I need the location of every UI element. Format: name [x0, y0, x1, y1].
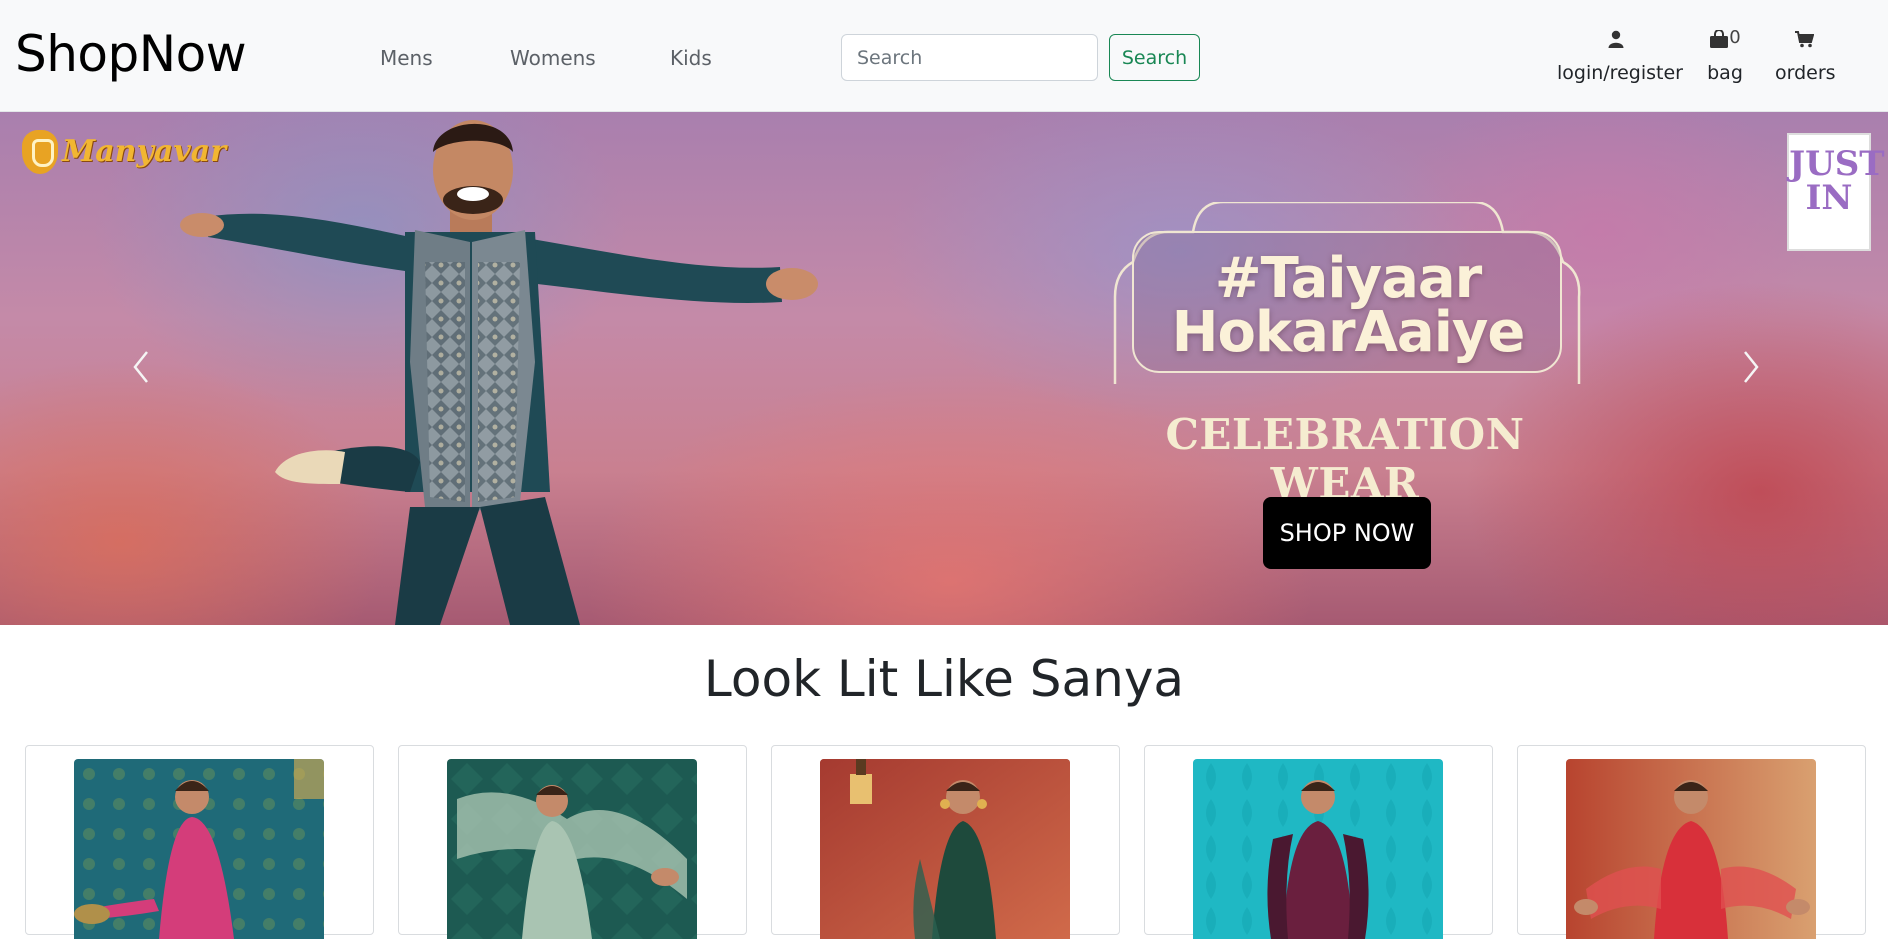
cart-icon: [1775, 26, 1833, 48]
user-icon: [1557, 26, 1675, 48]
product-card[interactable]: [1144, 745, 1493, 939]
manyavar-mark-icon: [22, 130, 58, 174]
shopping-bag-icon: [1710, 30, 1729, 48]
subheadline: CELEBRATION WEAR: [1165, 410, 1525, 508]
just-in-badge[interactable]: JUST IN: [1787, 133, 1885, 251]
carousel-prev-button[interactable]: [117, 342, 167, 392]
product-image: [1193, 759, 1443, 939]
navbar: ShopNow Mens Womens Kids Search login/re…: [0, 0, 1888, 112]
carousel-next-button[interactable]: [1725, 342, 1775, 392]
model-photo: [180, 120, 818, 625]
product-card[interactable]: [771, 745, 1120, 939]
product-image: [74, 759, 324, 939]
orders-link[interactable]: orders: [1775, 26, 1836, 84]
login-register-label: login/register: [1557, 62, 1683, 84]
nav-link-womens[interactable]: Womens: [510, 46, 596, 70]
section-title: Look Lit Like Sanya: [703, 650, 1185, 708]
just-in-badge-line2: IN: [1805, 178, 1853, 218]
product-card[interactable]: [1517, 745, 1866, 939]
bag-link[interactable]: 0 bag: [1707, 26, 1743, 84]
just-in-badge-line1: JUST: [1789, 144, 1885, 184]
product-image: [447, 759, 697, 939]
brand-logo[interactable]: ShopNow: [15, 22, 247, 86]
product-image: [820, 759, 1070, 939]
headline: #Taiyaar HokarAaiye: [1143, 246, 1553, 365]
nav-link-mens[interactable]: Mens: [380, 46, 433, 70]
product-card[interactable]: [398, 745, 747, 939]
chevron-left-icon: [133, 351, 148, 383]
bag-count-badge: 0: [1729, 27, 1741, 48]
orders-label: orders: [1775, 62, 1836, 84]
headline-line2: HokarAaiye: [1171, 300, 1526, 365]
bag-label: bag: [1707, 62, 1743, 84]
nav-link-kids[interactable]: Kids: [670, 46, 712, 70]
product-card[interactable]: [25, 745, 374, 939]
bag-icon-wrap: 0: [1707, 26, 1743, 48]
chevron-right-icon: [1744, 351, 1759, 383]
hero-carousel[interactable]: Manyavar JUST IN #Taiyaar HokarAaiye CEL…: [0, 112, 1888, 625]
shop-now-button[interactable]: SHOP NOW: [1263, 497, 1431, 569]
product-image: [1566, 759, 1816, 939]
search-button[interactable]: Search: [1109, 34, 1200, 81]
login-register-link[interactable]: login/register: [1557, 26, 1683, 84]
headline-line1: #Taiyaar: [1214, 246, 1483, 311]
search-input[interactable]: [841, 34, 1098, 81]
